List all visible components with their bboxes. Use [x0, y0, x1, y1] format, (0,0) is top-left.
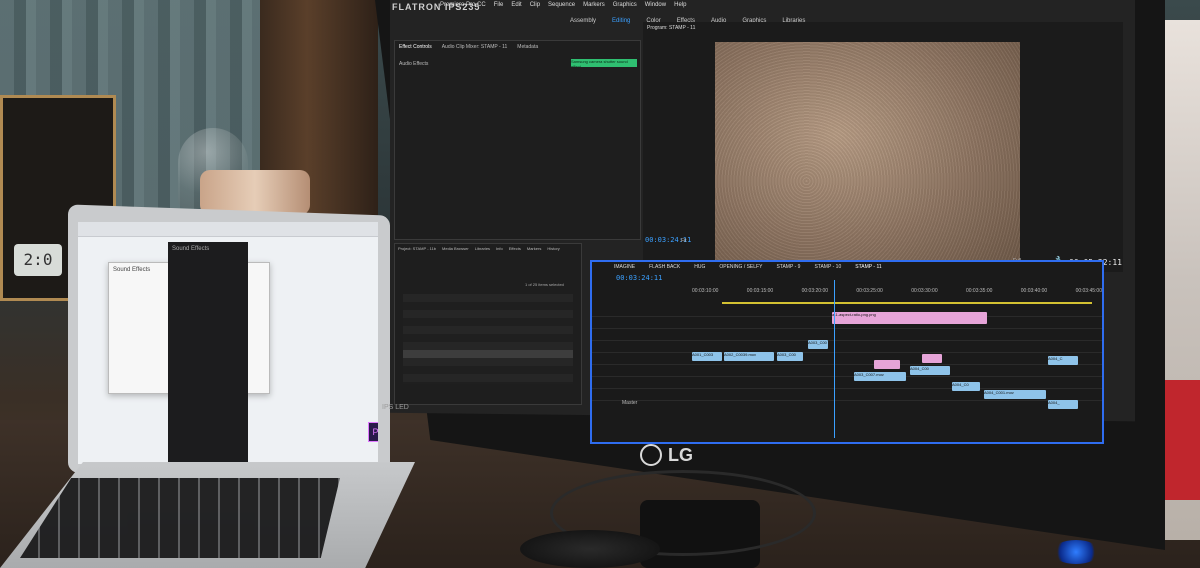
- timeline-clip[interactable]: A003_C00: [808, 340, 828, 349]
- lg-logo: LG: [640, 444, 693, 466]
- video-preview[interactable]: [715, 42, 1020, 274]
- ips-led-label: IPS LED: [382, 404, 409, 411]
- lg-circle-icon: [640, 444, 662, 466]
- figurines: [200, 170, 310, 215]
- premiere-menubar: Premiere Pro CC File Edit Clip Sequence …: [440, 0, 1000, 10]
- audio-clip-bar[interactable]: Samsung camera shutter sound effect: [571, 59, 637, 67]
- track-row: [592, 354, 1102, 365]
- items-selected: 1 of 25 items selected: [525, 282, 564, 287]
- track-row: [592, 378, 1102, 389]
- red-box: [1160, 380, 1200, 500]
- playhead[interactable]: [834, 280, 835, 438]
- menu-graphics[interactable]: Graphics: [613, 2, 637, 8]
- timeline-clip[interactable]: A004_C00: [910, 366, 950, 375]
- timeline-clip[interactable]: A004_C001.mov: [984, 390, 1046, 399]
- speaker-puck: [520, 530, 660, 568]
- tab-hug[interactable]: HUG: [694, 264, 705, 270]
- desk-clock: 2:0: [14, 244, 62, 276]
- ruler-tick: 00:03:20:00: [801, 288, 829, 294]
- tab-markers[interactable]: Markers: [527, 246, 541, 251]
- track-row: [592, 366, 1102, 377]
- tab-media-browser[interactable]: Media Browser: [442, 246, 469, 251]
- timeline-clip[interactable]: A003_C007.mov: [854, 372, 906, 381]
- timeline-clip-graphic[interactable]: [922, 354, 942, 363]
- timeline-clip-graphic[interactable]: [874, 360, 900, 369]
- timeline-clip[interactable]: A003_C00: [777, 352, 803, 361]
- tab-history[interactable]: History: [547, 246, 559, 251]
- tab-project[interactable]: Project: STAMP - 11b: [398, 246, 436, 251]
- ruler-tick: 00:03:40:00: [1020, 288, 1048, 294]
- premiere-app-icon[interactable]: Pr: [368, 422, 378, 442]
- timeline-timecode[interactable]: 00:03:24:11: [616, 274, 662, 282]
- tab-info[interactable]: Info: [496, 246, 503, 251]
- program-monitor: Program: STAMP - 11 00:03:24:11 Fit Full…: [643, 22, 1123, 274]
- fit-dropdown[interactable]: Fit: [681, 238, 687, 244]
- timeline-panel: IMAGINE FLASH BACK HUG OPENING / SELFY S…: [590, 260, 1104, 444]
- timeline-clip[interactable]: A004_C: [1048, 356, 1078, 365]
- timeline-clip[interactable]: A004_C0: [952, 382, 980, 391]
- dark-side-panel: Sound Effects: [168, 242, 248, 464]
- menu-clip[interactable]: Clip: [530, 2, 540, 8]
- master-track-label: Master: [622, 400, 638, 406]
- timeline-clip[interactable]: A001_C003: [692, 352, 722, 361]
- ruler-tick: 00:03:25:00: [856, 288, 883, 294]
- tab-effect-controls[interactable]: Effect Controls: [399, 44, 432, 50]
- tab-stamp-11[interactable]: STAMP - 11: [855, 264, 881, 270]
- project-panel: Project: STAMP - 11b Media Browser Libra…: [394, 243, 582, 405]
- laptop-screen: Sound Effects Sound Effects Pr: [78, 222, 378, 464]
- project-item-list[interactable]: [403, 294, 573, 384]
- ruler-tick: 00:03:35:00: [965, 288, 993, 294]
- tracks-area[interactable]: a-1-aspect-ratio-png.png A001_C003 A002_…: [592, 306, 1102, 436]
- tab-effects[interactable]: Effects: [509, 246, 521, 251]
- timeline-clip[interactable]: A002_C0039.mov: [724, 352, 774, 361]
- timeline-tabs: IMAGINE FLASH BACK HUG OPENING / SELFY S…: [614, 264, 882, 270]
- tab-opening-selfy[interactable]: OPENING / SELFY: [719, 264, 762, 270]
- laptop-keyboard[interactable]: [20, 478, 340, 558]
- app-title: Premiere Pro CC: [440, 2, 486, 8]
- program-title: Program: STAMP - 11: [647, 25, 696, 31]
- menu-sequence[interactable]: Sequence: [548, 2, 575, 8]
- ruler-tick: 00:03:15:00: [746, 288, 774, 294]
- timeline-clip[interactable]: A004_: [1048, 400, 1078, 409]
- tab-stamp-9[interactable]: STAMP - 9: [776, 264, 800, 270]
- track-row: [592, 330, 1102, 341]
- workspace-editing[interactable]: Editing: [612, 18, 630, 24]
- workspace-assembly[interactable]: Assembly: [570, 18, 596, 24]
- tab-libraries[interactable]: Libraries: [475, 246, 490, 251]
- tab-flash-back[interactable]: FLASH BACK: [649, 264, 680, 270]
- tab-audio-mixer[interactable]: Audio Clip Mixer: STAMP - 11: [442, 44, 508, 50]
- project-item-selected[interactable]: [403, 350, 573, 358]
- browser-toolbar: [78, 222, 378, 237]
- ruler-tick: 00:03:45:00: [1075, 288, 1102, 294]
- ruler-tick: 00:03:10:00: [692, 288, 719, 294]
- power-led-icon[interactable]: [1052, 540, 1100, 564]
- menu-help[interactable]: Help: [674, 2, 686, 8]
- lg-logo-text: LG: [668, 444, 693, 465]
- effect-controls-panel: Effect Controls Audio Clip Mixer: STAMP …: [394, 40, 641, 240]
- menu-markers[interactable]: Markers: [583, 2, 605, 8]
- timeline-clip[interactable]: a-1-aspect-ratio-png.png: [832, 312, 987, 324]
- tab-imagine[interactable]: IMAGINE: [614, 264, 635, 270]
- ruler-tick: 00:03:30:00: [911, 288, 938, 294]
- menu-window[interactable]: Window: [645, 2, 666, 8]
- menu-edit[interactable]: Edit: [511, 2, 521, 8]
- menu-file[interactable]: File: [494, 2, 504, 8]
- timeline-ruler[interactable]: 00:03:10:00 00:03:15:00 00:03:20:00 00:0…: [692, 288, 1102, 302]
- dark-panel-title: Sound Effects: [172, 246, 210, 252]
- tab-metadata[interactable]: Metadata: [517, 44, 538, 50]
- work-area-bar: [722, 302, 1092, 304]
- tab-stamp-10[interactable]: STAMP - 10: [814, 264, 841, 270]
- track-row: [592, 342, 1102, 353]
